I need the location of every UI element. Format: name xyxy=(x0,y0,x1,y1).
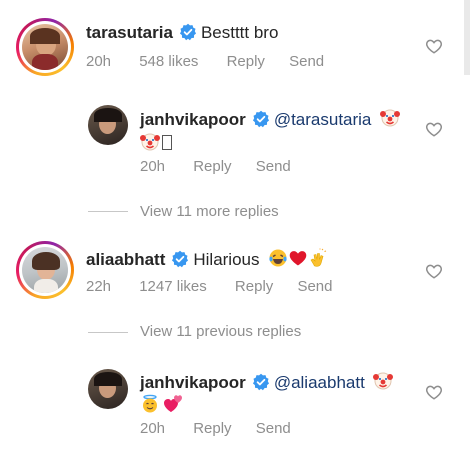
likes-count[interactable]: 1247 likes xyxy=(139,278,207,295)
reply-button[interactable]: Reply xyxy=(227,53,265,70)
view-previous-replies-button[interactable]: View 11 previous replies xyxy=(140,323,301,340)
mention-link[interactable]: @aliaabhatt xyxy=(274,373,365,392)
send-button[interactable]: Send xyxy=(297,278,332,295)
comment-username[interactable]: tarasutaria xyxy=(86,23,173,42)
comment-text: Bestttt bro xyxy=(200,23,279,42)
send-button[interactable]: Send xyxy=(256,420,291,437)
comment-username[interactable]: janhvikapoor xyxy=(140,373,246,392)
verified-badge-icon xyxy=(252,373,269,391)
heart-outline-icon[interactable] xyxy=(425,262,443,280)
angel-face-emoji xyxy=(143,394,157,413)
two-hearts-emoji xyxy=(164,395,182,412)
reply-janhvikapoor-2: janhvikapoor @aliaabhatt 20h Reply Send xyxy=(0,360,470,450)
verified-badge-icon xyxy=(172,250,189,268)
send-button[interactable]: Send xyxy=(289,53,324,70)
heart-outline-icon[interactable] xyxy=(425,383,443,401)
divider xyxy=(88,332,128,333)
comment-time: 20h xyxy=(140,420,166,437)
avatar-janhvikapoor[interactable] xyxy=(88,369,128,409)
comment-time: 20h xyxy=(86,53,112,70)
comment-time: 22h xyxy=(86,278,112,295)
mention-link[interactable]: @tarasutaria xyxy=(274,110,372,129)
heart-outline-icon[interactable] xyxy=(425,37,443,55)
scrollbar[interactable] xyxy=(464,0,470,75)
comment-time: 20h xyxy=(140,158,166,175)
reply-button[interactable]: Reply xyxy=(193,158,231,175)
avatar-janhvikapoor[interactable] xyxy=(88,105,128,145)
send-button[interactable]: Send xyxy=(256,158,291,175)
missing-glyph-box xyxy=(162,135,172,150)
likes-count[interactable]: 548 likes xyxy=(139,53,198,70)
comment-aliaabhatt: aliaabhatt Hilarious 22h 1247 likes Reply… xyxy=(0,230,470,310)
comment-tarasutaria: tarasutaria Bestttt bro 20h 548 likes Rep… xyxy=(0,0,470,90)
comment-username[interactable]: aliaabhatt xyxy=(86,250,165,269)
clown-face-emoji xyxy=(379,109,400,127)
divider xyxy=(88,211,128,212)
avatar-aliaabhatt[interactable] xyxy=(16,241,74,299)
clown-face-emoji xyxy=(140,133,160,151)
red-heart-emoji xyxy=(289,251,307,266)
comment-text: Hilarious xyxy=(193,250,260,269)
verified-badge-icon xyxy=(179,23,196,41)
verified-badge-icon xyxy=(252,110,269,128)
reply-janhvikapoor-1: janhvikapoor @tarasutaria 20h Reply Send xyxy=(0,95,470,190)
avatar-tarasutaria[interactable] xyxy=(16,18,74,76)
heart-outline-icon[interactable] xyxy=(425,120,443,138)
comment-username[interactable]: janhvikapoor xyxy=(140,110,246,129)
clapping-hands-emoji xyxy=(310,248,327,267)
laughing-emoji xyxy=(269,249,287,267)
reply-button[interactable]: Reply xyxy=(235,278,273,295)
clown-face-emoji xyxy=(373,372,394,390)
view-more-replies-button[interactable]: View 11 more replies xyxy=(140,203,279,220)
reply-button[interactable]: Reply xyxy=(193,420,231,437)
